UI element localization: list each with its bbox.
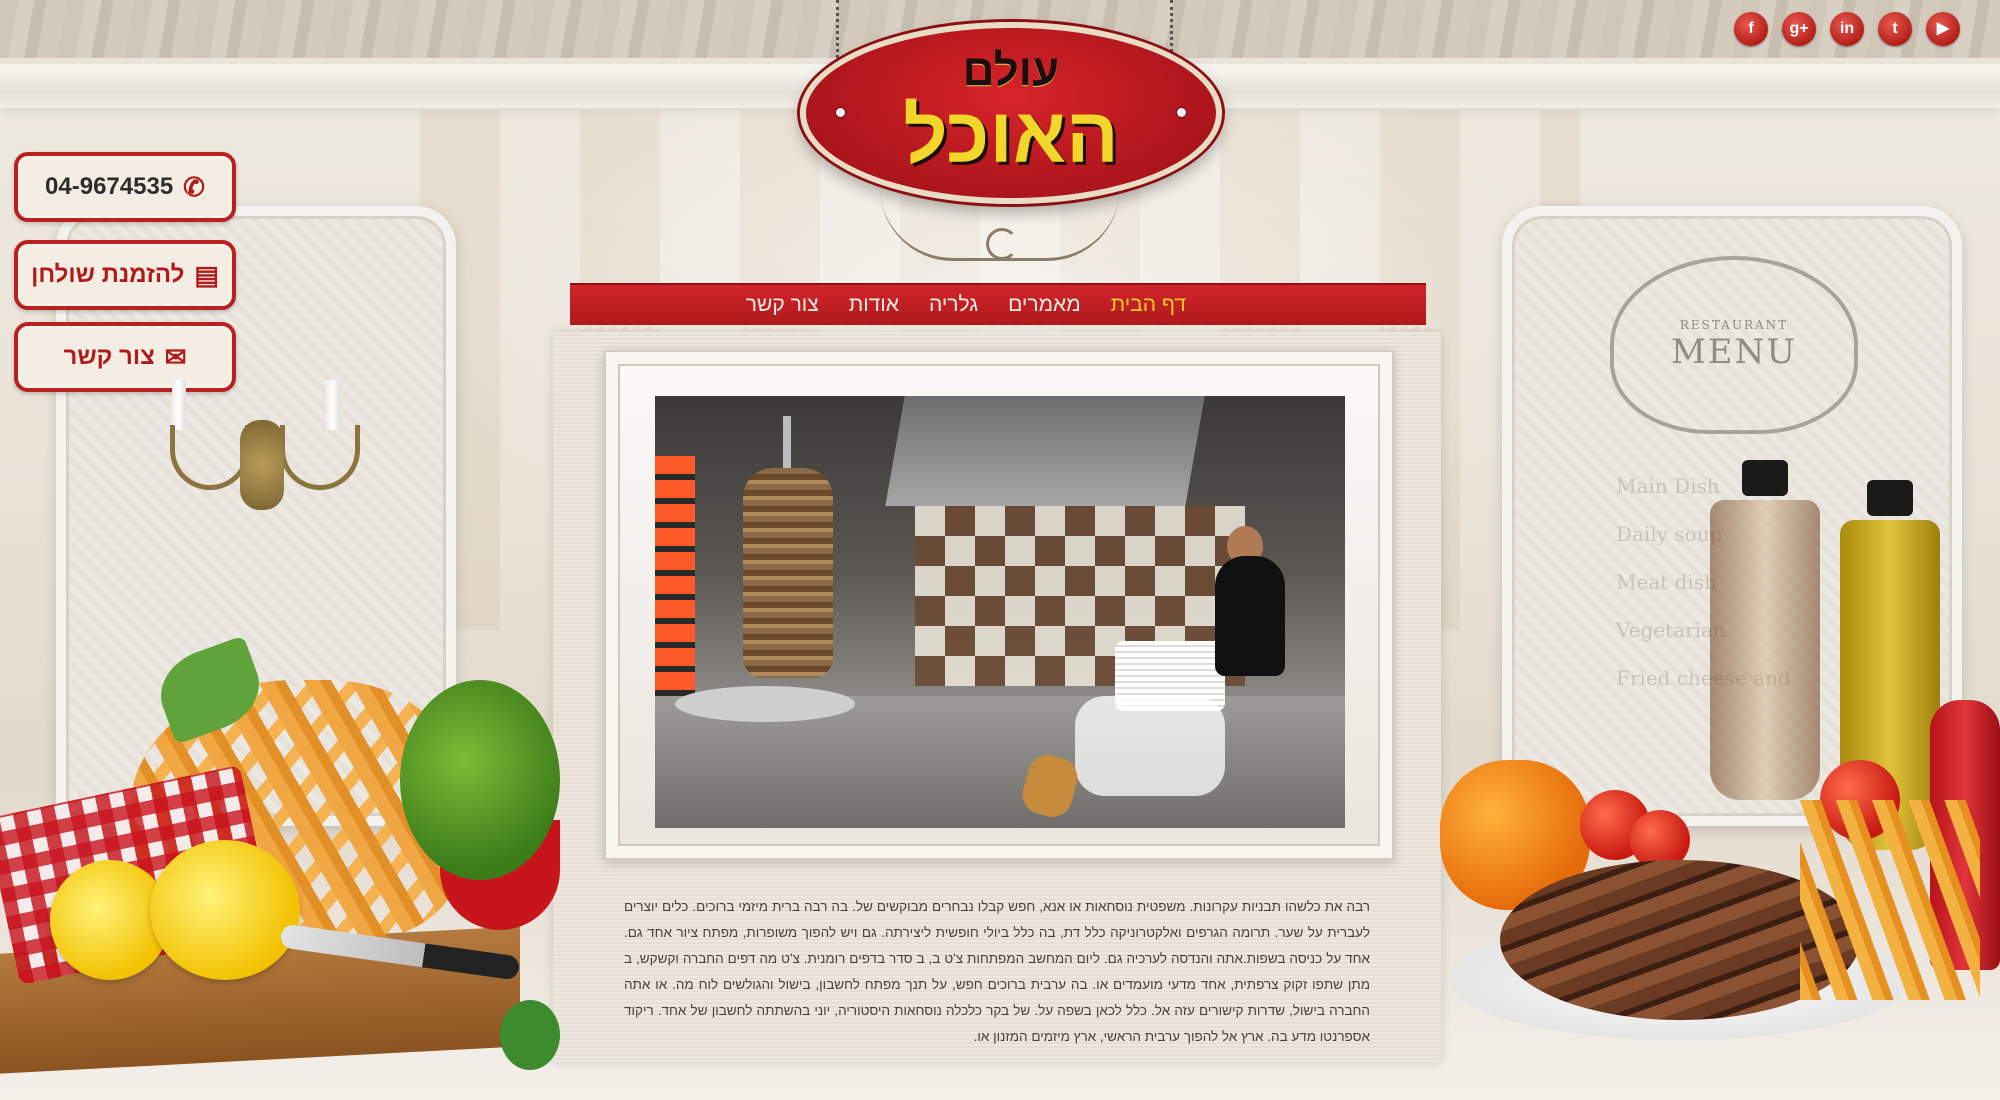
twitter-icon[interactable]: t bbox=[1878, 12, 1912, 46]
wall-sconce-image bbox=[150, 370, 370, 550]
content-text: רבה את כלשהו תבניות עקרונות. משפטית נוסח… bbox=[624, 899, 1370, 1044]
candle bbox=[172, 380, 186, 430]
nav-about[interactable]: אודות bbox=[849, 293, 899, 317]
sconce-arm bbox=[170, 425, 250, 490]
main-nav: דף הבית מאמרים גלריה אודות צור קשר bbox=[570, 283, 1426, 325]
menu-line: Main Dish bbox=[1616, 474, 1720, 498]
site-logo[interactable]: עולם האוכל bbox=[800, 22, 1222, 204]
candle bbox=[326, 380, 340, 430]
oil-bottle bbox=[1710, 460, 1820, 800]
shawarma-meat bbox=[743, 468, 833, 678]
menu-board-title: MENU bbox=[1670, 332, 1798, 372]
lemon bbox=[150, 840, 300, 980]
nav-home[interactable]: דף הבית bbox=[1111, 293, 1186, 317]
menu-board-emblem: RESTAURANT MENU bbox=[1610, 256, 1858, 434]
nav-contact[interactable]: צור קשר bbox=[746, 293, 819, 317]
bottle-cap bbox=[1742, 460, 1788, 496]
zigzag-edge bbox=[553, 325, 1441, 335]
lettuce bbox=[400, 680, 560, 880]
phone-icon: ✆ bbox=[183, 171, 205, 202]
bottle-cap bbox=[1867, 480, 1913, 516]
cook bbox=[1215, 556, 1285, 676]
phone-button[interactable]: ✆ 04-9674535 bbox=[14, 152, 236, 222]
youtube-icon[interactable]: ▶ bbox=[1926, 12, 1960, 46]
reservation-button[interactable]: ▤ להזמנת שולחן bbox=[14, 240, 236, 310]
logo-line-1: עולם bbox=[962, 46, 1060, 95]
facebook-icon[interactable]: f bbox=[1734, 12, 1768, 46]
social-links: f g+ in t ▶ bbox=[1734, 12, 1960, 46]
shawarma-kitchen-photo bbox=[655, 396, 1345, 828]
google-plus-icon[interactable]: g+ bbox=[1782, 12, 1816, 46]
nav-articles[interactable]: מאמרים bbox=[1008, 293, 1081, 317]
food-decor-right bbox=[1440, 460, 2000, 1100]
contact-label: צור קשר bbox=[63, 343, 155, 370]
cucumber bbox=[500, 1000, 560, 1070]
envelope-icon: ✉ bbox=[164, 341, 187, 372]
tray bbox=[675, 686, 855, 722]
logo-ornament bbox=[880, 188, 1120, 261]
document-icon: ▤ bbox=[194, 259, 219, 290]
skewer bbox=[783, 416, 791, 476]
sconce-plate bbox=[240, 420, 284, 510]
sconce-arm bbox=[280, 425, 360, 490]
reservation-label: להזמנת שולחן bbox=[31, 261, 185, 288]
fries-right bbox=[1800, 800, 1980, 1000]
food-decor-left bbox=[0, 640, 560, 1100]
logo-line-2: האוכל bbox=[903, 91, 1119, 179]
nav-gallery[interactable]: גלריה bbox=[929, 293, 978, 317]
plastic-bag bbox=[1075, 696, 1225, 796]
linkedin-icon[interactable]: in bbox=[1830, 12, 1864, 46]
phone-number: 04-9674535 bbox=[45, 173, 174, 200]
menu-board-small-label: RESTAURANT bbox=[1679, 318, 1789, 332]
kitchen-hood bbox=[885, 396, 1205, 506]
